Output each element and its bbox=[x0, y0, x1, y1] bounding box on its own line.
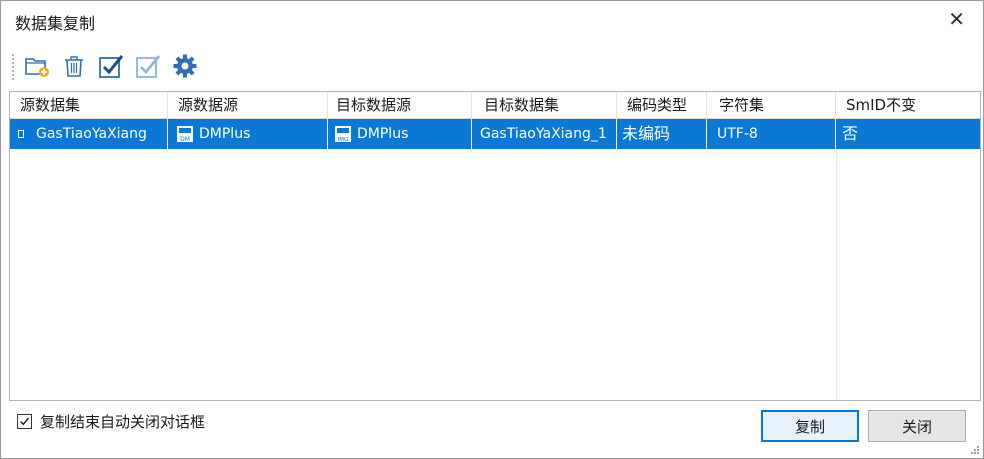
encoding-value: 未编码 bbox=[622, 124, 671, 143]
dataset-copy-dialog: 数据集复制 ✕ 源数据集 源数据源 目标数据源 目标数据集 编码类型 字符集 S… bbox=[0, 0, 984, 459]
source-datasource-value: DMPlus bbox=[199, 126, 251, 142]
trash-icon bbox=[65, 56, 83, 77]
svg-text:IMG: IMG bbox=[338, 137, 349, 143]
img-datasource-icon: IMG bbox=[334, 125, 352, 143]
column-header-smid-keep[interactable]: SmID不变 bbox=[836, 92, 980, 118]
cell-encoding[interactable]: 未编码 bbox=[617, 119, 707, 149]
smid-keep-value: 否 bbox=[842, 124, 859, 143]
checkmark-icon bbox=[20, 417, 30, 426]
title-bar: 数据集复制 ✕ bbox=[1, 1, 983, 43]
target-dataset-value: GasTiaoYaXiang_1 bbox=[480, 126, 607, 142]
column-divider bbox=[836, 149, 837, 399]
toolbar bbox=[9, 49, 975, 85]
auto-close-label: 复制结束自动关闭对话框 bbox=[40, 413, 206, 431]
checkbox-box[interactable] bbox=[17, 414, 32, 429]
target-datasource-value: DMPlus bbox=[357, 126, 409, 142]
column-header-encoding[interactable]: 编码类型 bbox=[617, 92, 707, 118]
cell-source-dataset[interactable]: GasTiaoYaXiang bbox=[10, 119, 168, 149]
charset-value: UTF-8 bbox=[717, 126, 758, 142]
cell-target-datasource[interactable]: IMG DMPlus bbox=[328, 119, 472, 149]
auto-close-checkbox[interactable]: 复制结束自动关闭对话框 bbox=[17, 411, 205, 432]
dialog-title: 数据集复制 bbox=[15, 14, 96, 33]
cell-charset[interactable]: UTF-8 bbox=[707, 119, 836, 149]
dm-datasource-icon: DM bbox=[176, 125, 194, 143]
settings-button[interactable] bbox=[171, 52, 199, 80]
copy-button[interactable]: 复制 bbox=[761, 410, 859, 442]
column-header-target-datasource[interactable]: 目标数据源 bbox=[328, 92, 472, 118]
delete-button[interactable] bbox=[60, 52, 88, 80]
close-button[interactable]: 关闭 bbox=[868, 410, 966, 442]
gear-icon bbox=[173, 54, 197, 78]
add-dataset-button[interactable] bbox=[23, 52, 51, 80]
source-dataset-value: GasTiaoYaXiang bbox=[36, 126, 147, 142]
checkbox-light-icon bbox=[136, 55, 161, 78]
checkbox-checked-icon bbox=[99, 55, 124, 78]
invert-select-button[interactable] bbox=[134, 52, 162, 80]
table-header: 源数据集 源数据源 目标数据源 目标数据集 编码类型 字符集 SmID不变 bbox=[10, 92, 980, 119]
select-all-button[interactable] bbox=[97, 52, 125, 80]
close-icon[interactable]: ✕ bbox=[948, 7, 965, 31]
cell-source-datasource[interactable]: DM DMPlus bbox=[168, 119, 328, 149]
column-header-charset[interactable]: 字符集 bbox=[707, 92, 836, 118]
column-header-source-dataset[interactable]: 源数据集 bbox=[10, 92, 168, 118]
cell-smid-keep[interactable]: 否 bbox=[836, 119, 980, 149]
dataset-table[interactable]: 源数据集 源数据源 目标数据源 目标数据集 编码类型 字符集 SmID不变 Ga… bbox=[9, 91, 981, 401]
folder-add-icon bbox=[25, 58, 49, 77]
column-header-source-datasource[interactable]: 源数据源 bbox=[168, 92, 328, 118]
table-row[interactable]: GasTiaoYaXiang DM DMPlus IMG DMPlus GasT… bbox=[10, 119, 980, 149]
column-header-target-dataset[interactable]: 目标数据集 bbox=[472, 92, 617, 118]
svg-text:DM: DM bbox=[180, 136, 190, 143]
resize-grip-icon[interactable] bbox=[970, 445, 980, 455]
cell-target-dataset[interactable]: GasTiaoYaXiang_1 bbox=[472, 119, 617, 149]
toolbar-grip bbox=[12, 54, 14, 80]
